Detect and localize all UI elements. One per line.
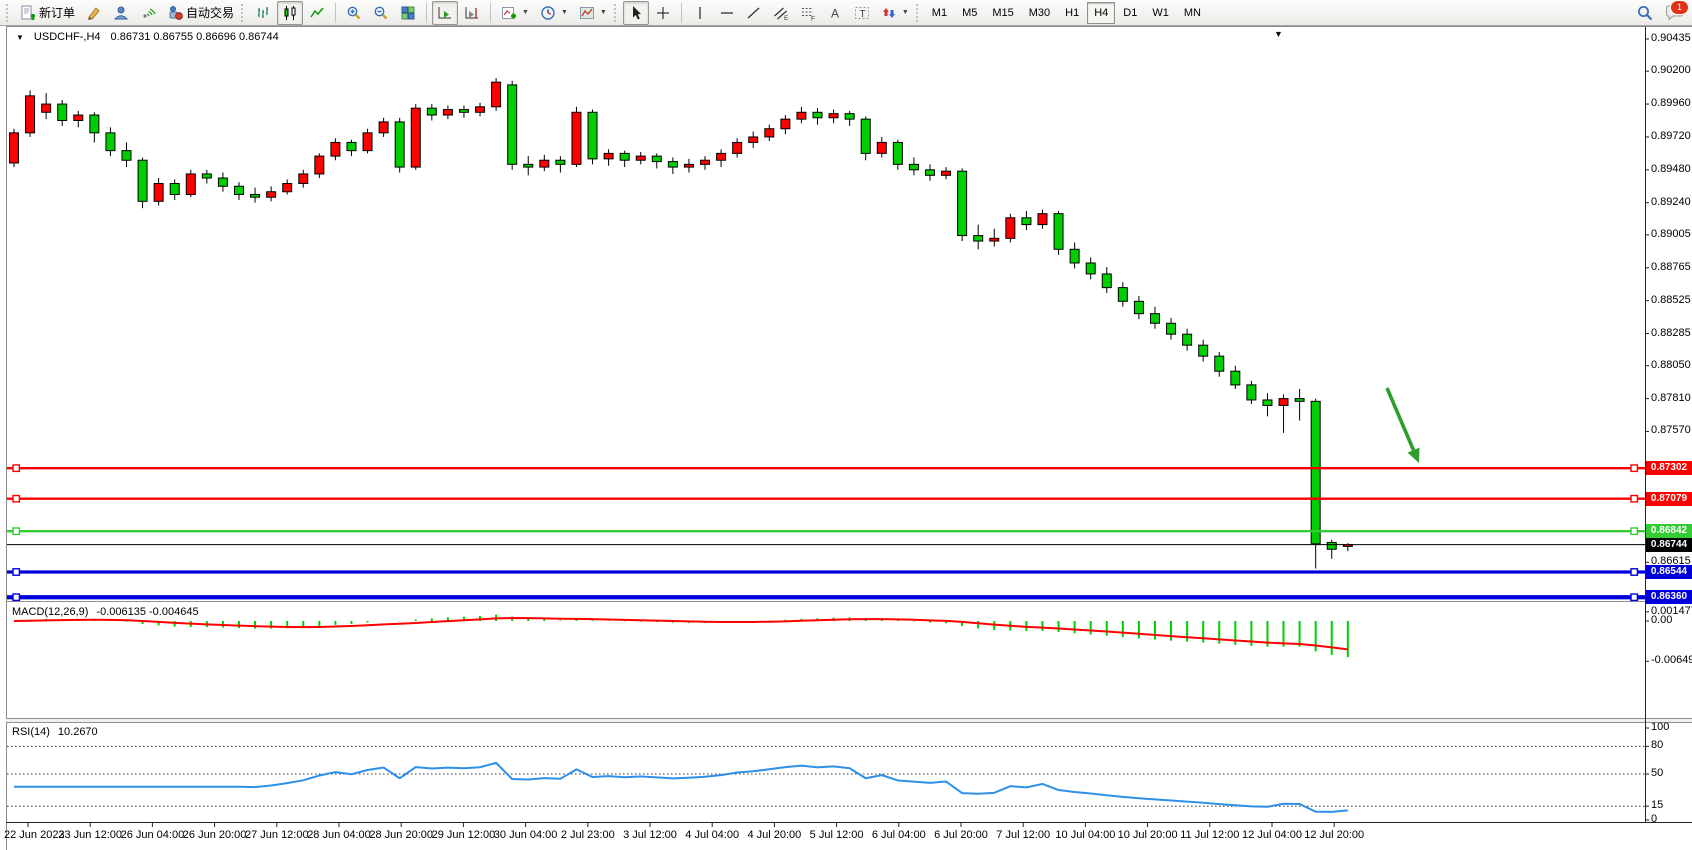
time-tick-label: 4 Jul 20:00: [747, 829, 801, 841]
rsi-axis-label: 0: [1651, 813, 1657, 825]
price-tick-label: 0.89960: [1651, 97, 1691, 109]
price-tick-label: 0.87810: [1651, 392, 1691, 404]
time-tick-label: 6 Jul 20:00: [934, 829, 988, 841]
chart-canvas[interactable]: [0, 0, 1692, 850]
price-line-label: 0.86744: [1646, 538, 1692, 552]
time-tick-label: 12 Jul 20:00: [1304, 829, 1364, 841]
rsi-value: 10.2670: [58, 726, 98, 738]
macd-header: MACD(12,26,9) -0.006135 -0.004645: [12, 606, 199, 618]
price-line-label: 0.86544: [1646, 565, 1692, 579]
time-tick-label: 26 Jun 04:00: [121, 829, 185, 841]
time-tick-label: 10 Jul 20:00: [1118, 829, 1178, 841]
ohlc-values: 0.86731 0.86755 0.86696 0.86744: [111, 31, 279, 43]
rsi-label: RSI(14): [12, 726, 50, 738]
time-tick-label: 7 Jul 12:00: [996, 829, 1050, 841]
price-tick-label: 0.89005: [1651, 228, 1691, 240]
time-tick-label: 4 Jul 04:00: [685, 829, 739, 841]
price-tick-label: 0.89240: [1651, 196, 1691, 208]
time-tick-label: 30 Jun 04:00: [494, 829, 558, 841]
rsi-axis-label: 100: [1651, 721, 1669, 733]
time-tick-label: 28 Jun 20:00: [369, 829, 433, 841]
macd-axis-label: 0.00: [1651, 614, 1672, 626]
price-line-label: 0.87302: [1646, 461, 1692, 475]
price-tick-label: 0.88525: [1651, 294, 1691, 306]
time-tick-label: 10 Jul 04:00: [1055, 829, 1115, 841]
price-tick-label: 0.89720: [1651, 130, 1691, 142]
rsi-axis-label: 80: [1651, 739, 1663, 751]
price-line-label: 0.86360: [1646, 590, 1692, 604]
time-tick-label: 26 Jun 20:00: [183, 829, 247, 841]
price-tick-label: 0.88050: [1651, 359, 1691, 371]
time-tick-label: 3 Jul 12:00: [623, 829, 677, 841]
price-tick-label: 0.88285: [1651, 327, 1691, 339]
price-tick-label: 0.89480: [1651, 163, 1691, 175]
time-tick-label: 23 Jun 12:00: [58, 829, 122, 841]
price-line-label: 0.86842: [1646, 524, 1692, 538]
macd-label: MACD(12,26,9): [12, 606, 88, 618]
price-tick-label: 0.90200: [1651, 64, 1691, 76]
time-tick-label: 5 Jul 12:00: [810, 829, 864, 841]
time-tick-label: 2 Jul 23:00: [561, 829, 615, 841]
macd-values: -0.006135 -0.004645: [96, 606, 198, 618]
time-tick-label: 27 Jun 12:00: [245, 829, 309, 841]
price-tick-label: 0.87570: [1651, 424, 1691, 436]
symbol-period-label: USDCHF-,H4: [34, 31, 101, 43]
chart-title: ▼ USDCHF-,H4 0.86731 0.86755 0.86696 0.8…: [16, 31, 279, 43]
price-tick-label: 0.88765: [1651, 261, 1691, 273]
time-tick-label: 6 Jul 04:00: [872, 829, 926, 841]
mt4-window: 新订单: [0, 0, 1692, 850]
time-tick-label: 12 Jul 04:00: [1242, 829, 1302, 841]
rsi-header: RSI(14) 10.2670: [12, 726, 98, 738]
time-tick-label: 11 Jul 12:00: [1180, 829, 1239, 841]
time-tick-label: 28 Jun 04:00: [307, 829, 371, 841]
collapse-triangle-icon[interactable]: ▼: [16, 33, 24, 42]
rsi-axis-label: 15: [1651, 799, 1663, 811]
price-line-label: 0.87079: [1646, 492, 1692, 506]
macd-axis-label: -0.006497: [1651, 654, 1692, 666]
time-tick-label: 22 Jun 2023: [4, 829, 65, 841]
time-tick-label: 29 Jun 12:00: [432, 829, 496, 841]
price-tick-label: 0.90435: [1651, 32, 1691, 44]
rsi-axis-label: 50: [1651, 767, 1663, 779]
chart-corner-marker[interactable]: ▼: [1274, 29, 1283, 39]
